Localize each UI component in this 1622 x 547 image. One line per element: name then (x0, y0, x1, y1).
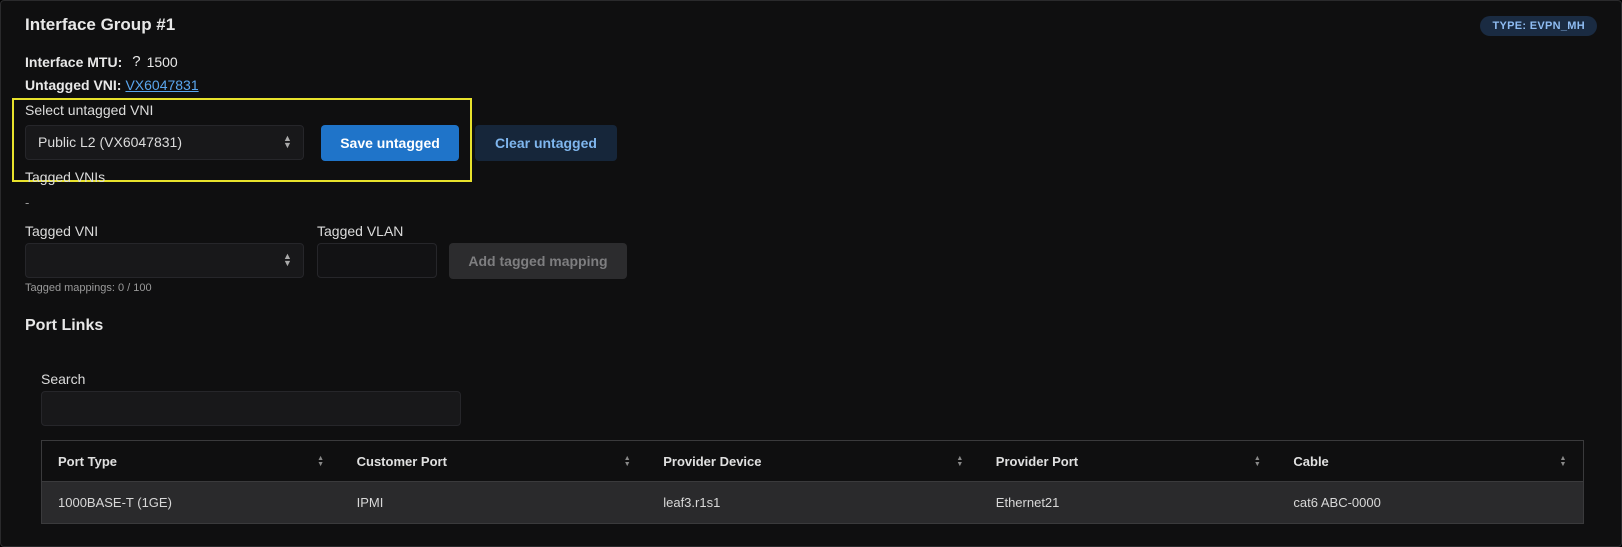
sort-icon: ▲ ▼ (1253, 455, 1261, 468)
untagged-vni-link[interactable]: VX6047831 (125, 77, 198, 93)
mtu-row: Interface MTU: ? 1500 (25, 53, 178, 70)
chevron-up-down-icon: ▲ ▼ (283, 133, 292, 150)
help-icon[interactable]: ? (132, 53, 140, 70)
cell-cable: cat6 ABC-0000 (1293, 495, 1381, 510)
search-label: Search (41, 371, 86, 387)
tagged-vnis-empty: - (25, 195, 30, 210)
cell-provider-device: leaf3.r1s1 (663, 495, 721, 510)
tagged-vni-label: Tagged VNI (25, 223, 99, 239)
untagged-vni-row: Untagged VNI: VX6047831 (25, 77, 199, 93)
clear-untagged-button[interactable]: Clear untagged (475, 125, 617, 161)
untagged-vni-select-value: Public L2 (VX6047831) (38, 134, 182, 150)
tagged-mappings-hint: Tagged mappings: 0 / 100 (25, 282, 152, 294)
column-header-cable[interactable]: Cable ▲ ▼ (1277, 441, 1583, 481)
port-links-title: Port Links (25, 317, 104, 334)
save-untagged-button[interactable]: Save untagged (321, 125, 459, 161)
column-header-provider-device[interactable]: Provider Device ▲ ▼ (647, 441, 980, 481)
sort-icon: ▲ ▼ (623, 455, 631, 468)
tagged-vlan-input[interactable] (317, 243, 437, 278)
mtu-label: Interface MTU: (25, 53, 123, 70)
cell-provider-port: Ethernet21 (995, 495, 1060, 510)
sort-icon: ▲ ▼ (956, 455, 964, 468)
untagged-vni-select[interactable]: Public L2 (VX6047831) ▲ ▼ (25, 125, 304, 160)
chevron-up-down-icon: ▲ ▼ (283, 251, 292, 268)
table-row[interactable]: 1000BASE-T (1GE) IPMI leaf3.r1s1 Etherne… (42, 482, 1583, 523)
tagged-vnis-title: Tagged VNIs (25, 169, 106, 185)
sort-icon: ▲ ▼ (1559, 455, 1567, 468)
group-title: Interface Group #1 (25, 15, 176, 34)
tagged-vlan-label: Tagged VLAN (317, 223, 404, 239)
type-badge: TYPE: EVPN_MH (1480, 16, 1597, 36)
port-links-table: Port Type ▲ ▼ Customer Port ▲ ▼ Provider Dev… (41, 440, 1584, 524)
interface-group-panel: Interface Group #1 TYPE: EVPN_MH Interfa… (0, 0, 1622, 547)
add-tagged-mapping-button[interactable]: Add tagged mapping (449, 243, 627, 279)
cell-customer-port: IPMI (356, 495, 384, 510)
cell-port-type: 1000BASE-T (1GE) (58, 495, 172, 510)
untagged-vni-label: Untagged VNI: (25, 77, 122, 93)
sort-icon: ▲ ▼ (317, 455, 325, 468)
search-input[interactable] (41, 391, 461, 426)
column-header-provider-port[interactable]: Provider Port ▲ ▼ (980, 441, 1278, 481)
column-header-customer-port[interactable]: Customer Port ▲ ▼ (341, 441, 648, 481)
mtu-value: 1500 (146, 53, 178, 70)
table-header: Port Type ▲ ▼ Customer Port ▲ ▼ Provider Dev… (42, 441, 1583, 482)
column-header-port-type[interactable]: Port Type ▲ ▼ (42, 441, 341, 481)
tagged-vni-select[interactable]: ▲ ▼ (25, 243, 304, 278)
select-untagged-label: Select untagged VNI (25, 102, 154, 118)
